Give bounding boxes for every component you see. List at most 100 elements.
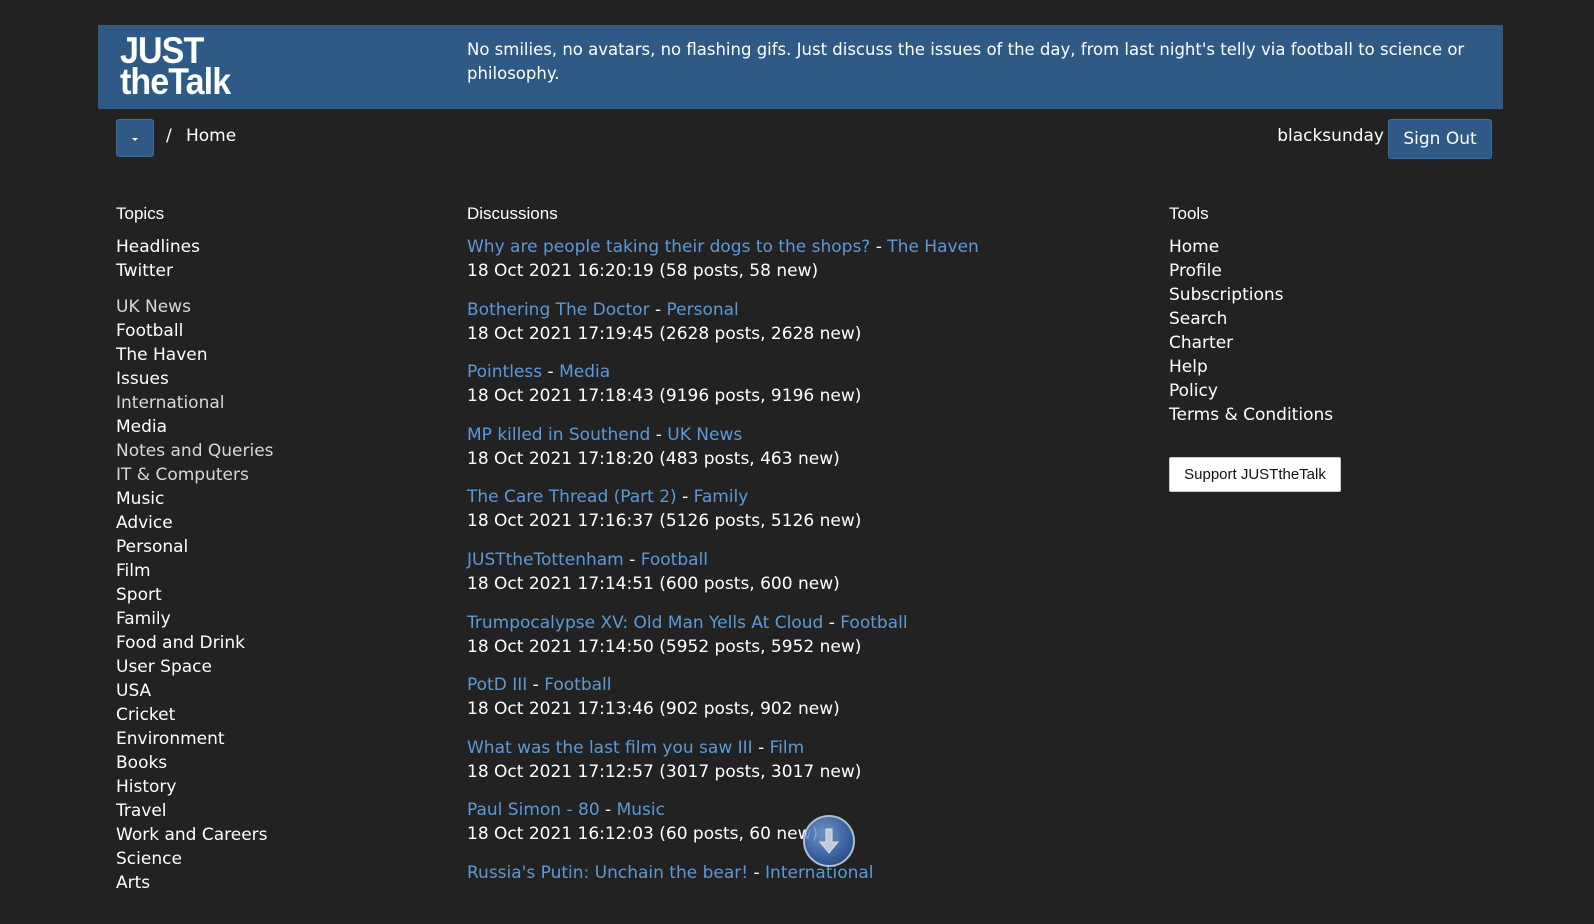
topic-item[interactable]: Environment <box>116 727 274 751</box>
sign-out-button[interactable]: Sign Out <box>1388 119 1492 159</box>
discussion-title-line: PotD III - Football <box>467 673 1127 697</box>
discussion-topic-link[interactable]: UK News <box>667 425 742 445</box>
discussion-separator: - <box>752 737 770 758</box>
scroll-down-icon[interactable] <box>803 815 855 867</box>
discussion-meta: 18 Oct 2021 16:12:03 (60 posts, 60 new) <box>467 824 819 845</box>
breadcrumb-home: Home <box>186 126 237 146</box>
discussion-meta: 18 Oct 2021 17:18:43 (9196 posts, 9196 n… <box>467 386 862 407</box>
topic-item[interactable]: History <box>116 775 274 799</box>
discussion-title-link[interactable]: Paul Simon - 80 <box>467 800 600 820</box>
tool-item[interactable]: Policy <box>1169 379 1333 403</box>
discussion-topic-link[interactable]: Family <box>694 487 749 507</box>
discussion-title-link[interactable]: The Care Thread (Part 2) <box>467 487 677 507</box>
topic-item[interactable]: Advice <box>116 511 274 535</box>
discussion-separator: - <box>650 424 668 445</box>
logo-line-2: theTalk <box>120 61 231 102</box>
tool-item[interactable]: Home <box>1169 235 1333 259</box>
discussion-topic-link[interactable]: Football <box>544 675 611 695</box>
discussion-separator: - <box>870 237 888 257</box>
discussion-title-line: Pointless - Media <box>467 360 1127 384</box>
discussion-topic-link[interactable]: Film <box>770 738 805 758</box>
discussion-title-link[interactable]: MP killed in Southend <box>467 425 650 445</box>
discussion-topic-link[interactable]: Media <box>559 362 610 382</box>
discussion-title-link[interactable]: Why are people taking their dogs to the … <box>467 237 870 257</box>
tool-item[interactable]: Profile <box>1169 259 1333 283</box>
discussion-title-link[interactable]: PotD III <box>467 675 527 695</box>
discussion-title-link[interactable]: Russia's Putin: Unchain the bear! <box>467 863 748 883</box>
discussion-topic-link[interactable]: Football <box>840 613 907 633</box>
site-logo[interactable]: JUST theTalk <box>120 32 250 102</box>
discussion-item: Pointless - Media 18 Oct 2021 17:18:43 (9… <box>467 360 1127 423</box>
discussion-title-link[interactable]: Trumpocalypse XV: Old Man Yells At Cloud <box>467 613 823 633</box>
topic-item[interactable]: Film <box>116 559 274 583</box>
username: blacksunday <box>1277 126 1384 146</box>
topic-item[interactable]: Family <box>116 607 274 631</box>
tool-item[interactable]: Search <box>1169 307 1333 331</box>
caret-down-icon <box>132 138 138 141</box>
tool-item[interactable]: Charter <box>1169 331 1333 355</box>
tools-list: Home Profile Subscriptions Search Charter Hel… <box>1169 235 1333 427</box>
topic-item[interactable]: User Space <box>116 655 274 679</box>
topic-item[interactable]: Sport <box>116 583 274 607</box>
topic-item[interactable]: Headlines <box>116 235 274 259</box>
arrow-down-icon <box>818 828 840 854</box>
tool-item[interactable]: Terms & Conditions <box>1169 403 1333 427</box>
discussion-title-line: JUSTtheTottenham - Football <box>467 548 1127 572</box>
topic-item[interactable]: The Haven <box>116 343 274 367</box>
discussion-item: Bothering The Doctor - Personal 18 Oct 20… <box>467 298 1127 361</box>
topic-item[interactable]: Notes and Queries <box>116 439 274 463</box>
discussion-item: What was the last film you saw III - Fil… <box>467 736 1127 799</box>
discussion-item: Russia's Putin: Unchain the bear! - Inte… <box>467 861 1127 924</box>
breadcrumb-separator: / <box>166 126 172 146</box>
support-button[interactable]: Support JUSTtheTalk <box>1169 457 1341 492</box>
topic-item[interactable]: UK News <box>116 295 274 319</box>
topic-item[interactable]: Issues <box>116 367 274 391</box>
discussion-meta: 18 Oct 2021 17:14:51 (600 posts, 600 new… <box>467 573 840 594</box>
discussion-title-link[interactable]: Bothering The Doctor <box>467 300 650 320</box>
topic-item[interactable]: Work and Careers <box>116 823 274 847</box>
tool-item[interactable]: Subscriptions <box>1169 283 1333 307</box>
topic-item[interactable]: Personal <box>116 535 274 559</box>
topic-item[interactable]: IT & Computers <box>116 463 274 487</box>
discussion-title-link[interactable]: JUSTtheTottenham <box>467 550 624 570</box>
discussion-item: Why are people taking their dogs to the … <box>467 235 1127 298</box>
topics-heading: Topics <box>116 204 165 223</box>
topic-item[interactable]: International <box>116 391 274 415</box>
discussion-separator: - <box>823 612 841 633</box>
discussion-topic-link[interactable]: International <box>765 863 874 883</box>
discussion-meta: 18 Oct 2021 17:16:37 (5126 posts, 5126 n… <box>467 511 862 532</box>
topic-item[interactable]: Science <box>116 847 274 871</box>
discussion-item: Paul Simon - 80 - Music 18 Oct 2021 16:12… <box>467 798 1127 861</box>
topic-item[interactable]: Cricket <box>116 703 274 727</box>
topic-item[interactable]: Travel <box>116 799 274 823</box>
topic-item[interactable]: USA <box>116 679 274 703</box>
discussions-heading: Discussions <box>467 204 558 223</box>
tools-heading: Tools <box>1169 204 1209 223</box>
discussion-title-line: Paul Simon - 80 - Music <box>467 798 1127 822</box>
discussion-meta: 18 Oct 2021 17:18:20 (483 posts, 463 new… <box>467 448 840 469</box>
discussion-meta: 18 Oct 2021 17:12:57 (3017 posts, 3017 n… <box>467 761 862 782</box>
topic-item[interactable]: Media <box>116 415 274 439</box>
tool-item[interactable]: Help <box>1169 355 1333 379</box>
discussion-topic-link[interactable]: Music <box>617 800 665 820</box>
discussion-separator: - <box>599 800 617 821</box>
menu-toggle-button[interactable] <box>116 119 154 157</box>
topic-item[interactable]: Twitter <box>116 259 274 283</box>
discussion-topic-link[interactable]: Football <box>641 550 708 570</box>
discussion-meta: 18 Oct 2021 17:19:45 (2628 posts, 2628 n… <box>467 323 862 344</box>
discussion-title-link[interactable]: Pointless <box>467 362 542 382</box>
topics-list: Headlines Twitter UK News Football The Haven… <box>116 235 274 895</box>
topic-list-spacer <box>116 283 274 295</box>
discussion-title-line: What was the last film you saw III - Fil… <box>467 736 1127 760</box>
discussion-title-link[interactable]: What was the last film you saw III <box>467 738 753 758</box>
topic-item[interactable]: Arts <box>116 871 274 895</box>
topic-item[interactable]: Music <box>116 487 274 511</box>
discussion-separator: - <box>649 299 667 320</box>
topic-item[interactable]: Books <box>116 751 274 775</box>
topic-item[interactable]: Food and Drink <box>116 631 274 655</box>
discussion-title-line: Bothering The Doctor - Personal <box>467 298 1127 322</box>
discussion-topic-link[interactable]: Personal <box>667 300 739 320</box>
topic-item[interactable]: Football <box>116 319 274 343</box>
discussion-topic-link[interactable]: The Haven <box>887 237 979 257</box>
discussion-item: Trumpocalypse XV: Old Man Yells At Cloud… <box>467 611 1127 674</box>
